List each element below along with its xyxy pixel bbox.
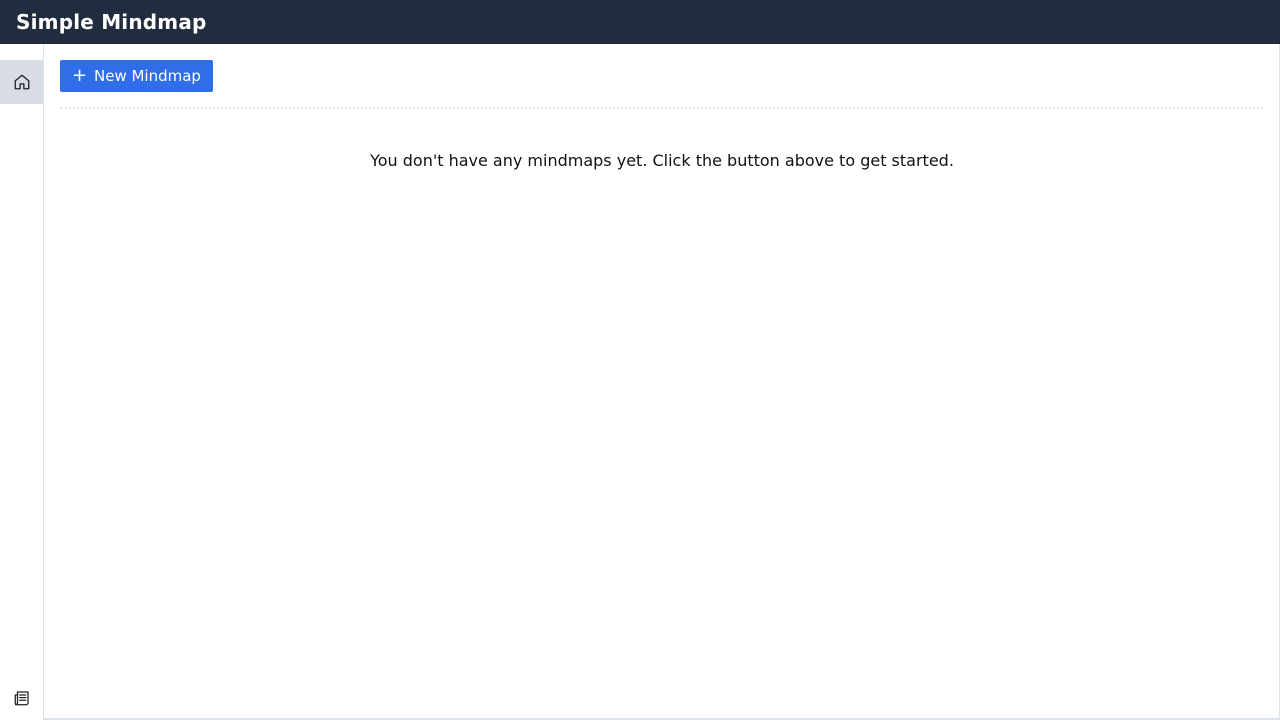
app-title: Simple Mindmap (16, 10, 207, 34)
sidebar-item-docs[interactable] (0, 676, 43, 720)
newspaper-icon (13, 689, 31, 707)
new-mindmap-label: New Mindmap (94, 67, 201, 85)
new-mindmap-button[interactable]: + New Mindmap (60, 60, 213, 92)
toolbar: + New Mindmap (60, 60, 1263, 109)
empty-state-message: You don't have any mindmaps yet. Click t… (370, 151, 954, 170)
home-icon (13, 73, 31, 91)
plus-icon: + (72, 65, 88, 86)
sidebar-item-home[interactable] (0, 60, 43, 104)
main-content: + New Mindmap You don't have any mindmap… (44, 44, 1280, 720)
sidebar (0, 44, 44, 720)
app-window: Simple Mindmap + New Mindmap You don't h… (0, 0, 1280, 720)
top-bar: Simple Mindmap (0, 0, 1280, 44)
